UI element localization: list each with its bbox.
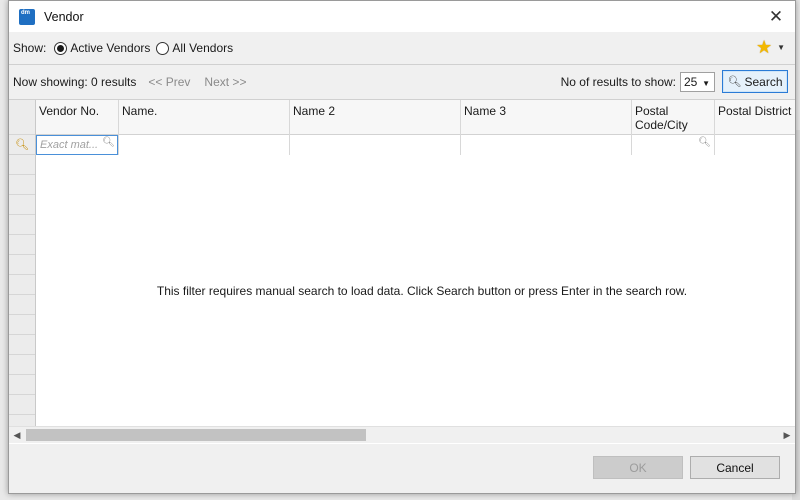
filter-cell-name-2[interactable]: [290, 135, 461, 155]
row-header-cell: [9, 255, 35, 275]
grid-filter-row: 🔍︎ 🔍︎: [36, 135, 795, 155]
row-header-cell: [9, 295, 35, 315]
radio-selected-icon: [54, 41, 68, 55]
prev-page-link[interactable]: << Prev: [148, 75, 190, 89]
row-header-cell: [9, 395, 35, 415]
filter-cell-vendor-no[interactable]: 🔍︎: [36, 135, 119, 155]
horizontal-scrollbar[interactable]: ◀ ▶: [9, 426, 795, 443]
show-label: Show:: [13, 41, 47, 55]
search-button-label: Search: [744, 74, 783, 89]
column-header-name-2[interactable]: Name 2: [290, 100, 461, 135]
vendor-grid: 🔍︎ Vendor No. Name. Name 2 Name 3 Postal…: [9, 99, 795, 444]
now-showing-text: Now showing: 0 results: [13, 74, 137, 89]
close-button[interactable]: ✕: [765, 6, 787, 28]
results-count-select[interactable]: 25 ▼: [680, 71, 715, 92]
grid-header: Vendor No. Name. Name 2 Name 3 Postal Co…: [36, 100, 795, 135]
column-header-name[interactable]: Name.: [119, 100, 290, 135]
search-icon: 🔍︎: [102, 137, 115, 148]
filter-cell-postal-code-city[interactable]: 🔍︎: [632, 135, 715, 155]
column-header-name-3[interactable]: Name 3: [461, 100, 632, 135]
column-header-postal-district[interactable]: Postal District: [715, 100, 795, 135]
radio-active-vendors[interactable]: Active Vendors: [54, 41, 150, 55]
show-filter-row: Show: Active Vendors All Vendors ★ ▼: [9, 32, 795, 64]
chevron-down-icon: ▼: [702, 78, 710, 88]
filter-cell-postal-district[interactable]: [715, 135, 795, 155]
toolbar-right: No of results to show: 25 ▼ 🔍︎ Search: [561, 70, 788, 93]
scroll-left-icon[interactable]: ◀: [10, 428, 24, 442]
radio-active-vendors-label: Active Vendors: [70, 41, 151, 55]
filter-row-search-icon: 🔍︎: [9, 135, 36, 155]
scroll-right-icon[interactable]: ▶: [780, 428, 794, 442]
row-header-cell: [9, 315, 35, 335]
row-header-corner: [9, 100, 35, 135]
radio-all-vendors[interactable]: All Vendors: [156, 41, 233, 55]
row-header-cell: [9, 335, 35, 355]
row-header-cell: [9, 175, 35, 195]
title-bar: dm Vendor ✕: [9, 1, 795, 32]
favorites-dropdown[interactable]: ★ ▼: [756, 38, 785, 56]
results-count-label: No of results to show:: [560, 74, 676, 89]
filter-cell-name[interactable]: [119, 135, 290, 155]
radio-unselected-icon: [156, 41, 170, 55]
dialog-footer: OK Cancel: [9, 453, 795, 489]
row-header-cell: [9, 235, 35, 255]
row-header-cell: [9, 155, 35, 175]
cancel-button[interactable]: Cancel: [690, 456, 780, 479]
chevron-down-icon: ▼: [777, 42, 785, 52]
next-page-link[interactable]: Next >>: [204, 75, 246, 89]
ok-button[interactable]: OK: [593, 456, 683, 479]
empty-grid-message: This filter requires manual search to lo…: [156, 284, 688, 298]
dialog-title: Vendor: [44, 9, 84, 24]
row-header-cell: [9, 215, 35, 235]
radio-all-vendors-label: All Vendors: [172, 41, 234, 55]
search-button[interactable]: 🔍︎ Search: [722, 70, 788, 93]
app-logo-icon: dm: [19, 8, 35, 25]
scrollbar-thumb[interactable]: [26, 429, 366, 441]
close-icon: ✕: [768, 7, 784, 26]
search-icon: 🔍︎: [727, 76, 742, 88]
results-toolbar: Now showing: 0 results << Prev Next >> N…: [9, 65, 795, 98]
filter-cell-name-3[interactable]: [461, 135, 632, 155]
row-header-cell: [9, 195, 35, 215]
results-count-value: 25: [684, 74, 698, 89]
column-header-postal-code-city[interactable]: Postal Code/City: [632, 100, 715, 135]
search-icon: 🔍︎: [698, 137, 711, 148]
app-logo-text: dm: [21, 9, 30, 16]
row-header-cell: [9, 355, 35, 375]
vendor-dialog: dm Vendor ✕ Show: Active Vendors All Ven…: [8, 0, 796, 494]
column-header-vendor-no[interactable]: Vendor No.: [36, 100, 119, 135]
star-icon: ★: [755, 37, 773, 57]
row-header-cell: [9, 375, 35, 395]
